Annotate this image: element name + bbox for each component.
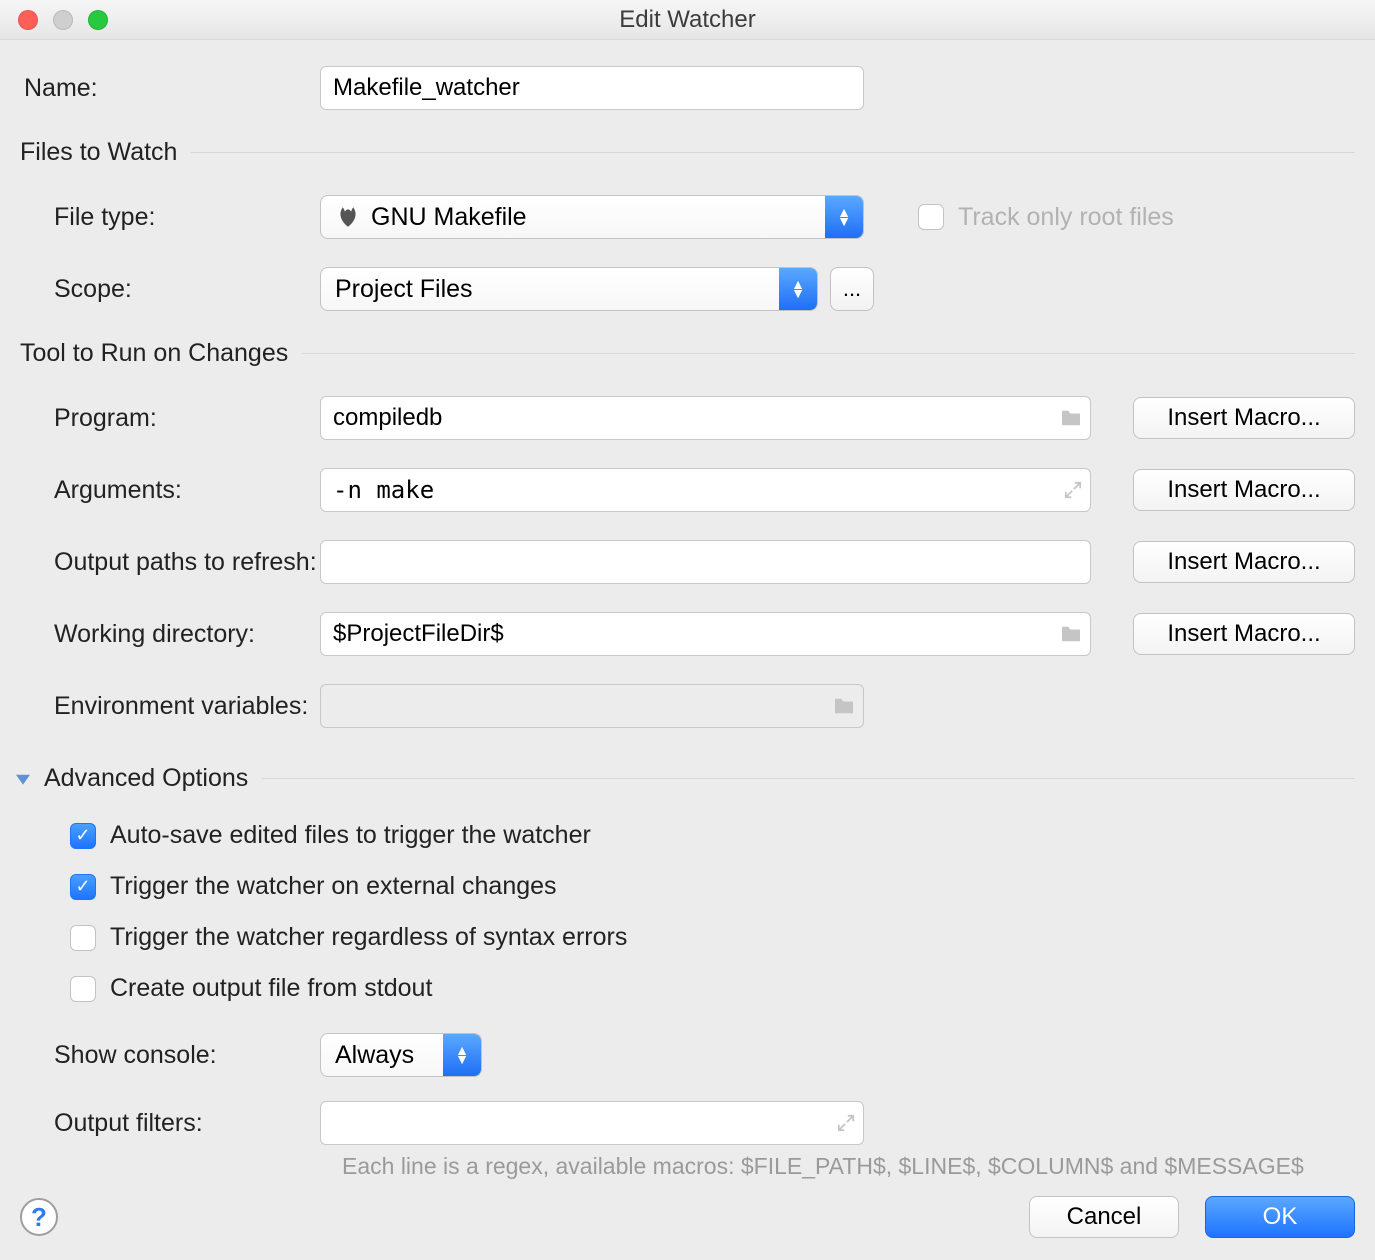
folder-icon[interactable]	[833, 685, 855, 727]
stdout-checkbox[interactable]	[70, 976, 96, 1002]
titlebar: Edit Watcher	[0, 0, 1375, 40]
autosave-checkbox[interactable]: ✓	[70, 823, 96, 849]
arguments-input[interactable]	[320, 468, 1091, 512]
output-filters-input[interactable]	[320, 1101, 864, 1145]
zoom-window-button[interactable]	[88, 10, 108, 30]
folder-icon[interactable]	[1060, 397, 1082, 439]
insert-macro-output-button[interactable]: Insert Macro...	[1133, 541, 1355, 583]
close-window-button[interactable]	[18, 10, 38, 30]
advanced-disclosure-icon[interactable]	[16, 772, 30, 786]
insert-macro-program-button[interactable]: Insert Macro...	[1133, 397, 1355, 439]
track-only-root-label: Track only root files	[958, 203, 1174, 232]
insert-macro-arguments-button[interactable]: Insert Macro...	[1133, 469, 1355, 511]
file-type-label: File type:	[20, 203, 320, 232]
output-paths-label: Output paths to refresh:	[20, 548, 320, 577]
external-label: Trigger the watcher on external changes	[110, 872, 557, 901]
track-only-root-checkbox[interactable]	[918, 204, 944, 230]
divider	[191, 152, 1355, 153]
ok-button[interactable]: OK	[1205, 1196, 1355, 1238]
env-vars-label: Environment variables:	[20, 692, 320, 721]
scope-value: Project Files	[335, 275, 473, 304]
working-dir-input[interactable]	[320, 612, 1091, 656]
env-vars-input[interactable]	[320, 684, 864, 728]
show-console-combo[interactable]: Always ▲▼	[320, 1033, 482, 1077]
file-type-combo[interactable]: GNU Makefile ▲▼	[320, 195, 864, 239]
working-dir-label: Working directory:	[20, 620, 320, 649]
expand-icon[interactable]	[837, 1102, 855, 1144]
insert-macro-workingdir-button[interactable]: Insert Macro...	[1133, 613, 1355, 655]
divider	[302, 353, 1355, 354]
stdout-label: Create output file from stdout	[110, 974, 432, 1003]
program-input[interactable]	[320, 396, 1091, 440]
autosave-label: Auto-save edited files to trigger the wa…	[110, 821, 591, 850]
show-console-value: Always	[335, 1041, 414, 1070]
output-paths-input[interactable]	[320, 540, 1091, 584]
external-checkbox[interactable]: ✓	[70, 874, 96, 900]
name-input[interactable]	[320, 66, 864, 110]
show-console-label: Show console:	[20, 1041, 320, 1070]
scope-browse-button[interactable]: ...	[830, 267, 874, 311]
advanced-header: Advanced Options	[44, 764, 248, 793]
files-to-watch-header: Files to Watch	[20, 138, 177, 167]
scope-label: Scope:	[20, 275, 320, 304]
scope-combo[interactable]: Project Files ▲▼	[320, 267, 818, 311]
tool-section-header: Tool to Run on Changes	[20, 339, 288, 368]
output-filters-hint: Each line is a regex, available macros: …	[20, 1153, 1355, 1180]
traffic-lights	[0, 10, 108, 30]
syntax-label: Trigger the watcher regardless of syntax…	[110, 923, 627, 952]
window-title: Edit Watcher	[0, 6, 1375, 34]
program-label: Program:	[20, 404, 320, 433]
syntax-checkbox[interactable]	[70, 925, 96, 951]
name-label: Name:	[20, 74, 320, 103]
divider	[262, 778, 1355, 779]
expand-icon[interactable]	[1064, 469, 1082, 511]
cancel-button[interactable]: Cancel	[1029, 1196, 1179, 1238]
folder-icon[interactable]	[1060, 613, 1082, 655]
minimize-window-button	[53, 10, 73, 30]
help-button[interactable]: ?	[20, 1198, 58, 1236]
arguments-label: Arguments:	[20, 476, 320, 505]
output-filters-label: Output filters:	[20, 1109, 320, 1138]
file-type-value: GNU Makefile	[371, 203, 527, 232]
gnu-icon	[335, 204, 361, 230]
